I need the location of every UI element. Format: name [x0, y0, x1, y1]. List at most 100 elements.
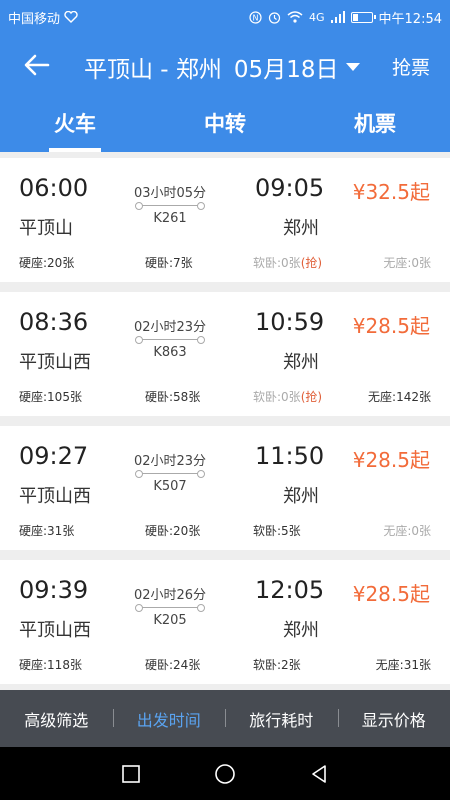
arrival-station: 郑州 — [283, 486, 319, 507]
filter-bar: 高级筛选 出发时间 旅行耗时 显示价格 — [0, 690, 450, 747]
train-card[interactable]: 06:00 平顶山 03小时05分 K261 09:05 郑州 ¥32.5起 硬… — [0, 158, 450, 282]
nfc-icon: N — [249, 10, 262, 24]
price: ¥32.5起 — [352, 180, 430, 204]
price: ¥28.5起 — [352, 314, 430, 338]
departure-time: 09:27 — [19, 442, 89, 470]
back-arrow-icon[interactable] — [20, 48, 54, 82]
trip-duration: 02小时23分 — [133, 320, 207, 335]
seat-hard-sleeper: 硬卧:24张 — [145, 656, 200, 673]
seat-soft-sleeper[interactable]: 软卧:0张(抢) — [253, 254, 322, 271]
seat-standing: 无座:0张 — [383, 254, 431, 271]
departure-time: 08:36 — [19, 308, 89, 336]
battery-icon — [350, 11, 376, 23]
arrival-time: 09:05 — [255, 174, 325, 202]
train-number: K205 — [153, 613, 187, 628]
price: ¥28.5起 — [352, 582, 430, 606]
app-header: 平顶山 - 郑州 05月18日 抢票 火车 中转 机票 — [0, 34, 450, 152]
seat-hard-sleeper: 硬卧:7张 — [145, 254, 193, 271]
grab-link[interactable]: (抢) — [301, 390, 322, 404]
arrival-station: 郑州 — [283, 218, 319, 239]
seat-availability: 硬座:31张 硬卧:20张 软卧:5张 无座:0张 — [0, 522, 450, 542]
train-list: 06:00 平顶山 03小时05分 K261 09:05 郑州 ¥32.5起 硬… — [0, 158, 450, 694]
arrival-time: 10:59 — [255, 308, 325, 336]
sort-travel-duration[interactable]: 旅行耗时 — [225, 707, 338, 731]
caret-down-icon — [346, 63, 361, 71]
wifi-icon — [287, 11, 303, 23]
route-date-selector[interactable]: 平顶山 - 郑州 05月18日 — [84, 50, 361, 84]
seat-hard-sleeper: 硬卧:20张 — [145, 522, 200, 539]
clock: 中午12:54 — [378, 11, 442, 27]
seat-label: 软卧:0张 — [253, 256, 301, 270]
seat-label: 硬座:31张 — [19, 524, 75, 538]
svg-text:N: N — [253, 13, 259, 22]
train-number: K507 — [153, 479, 187, 494]
date-label: 05月18日 — [233, 57, 339, 83]
seat-soft-sleeper[interactable]: 软卧:0张(抢) — [253, 388, 322, 405]
seat-label: 硬座:118张 — [19, 658, 82, 672]
route-label: 平顶山 - 郑州 — [84, 57, 222, 83]
seat-standing: 无座:142张 — [368, 388, 431, 405]
status-right: N 4G 中午12:54 — [249, 8, 442, 27]
seat-label: 软卧:0张 — [253, 390, 301, 404]
seat-standing: 无座:31张 — [376, 656, 431, 673]
departure-station: 平顶山西 — [19, 620, 91, 641]
grab-link[interactable]: (抢) — [301, 256, 322, 270]
grab-ticket-button[interactable]: 抢票 — [392, 53, 430, 80]
train-number: K863 — [153, 345, 187, 360]
seat-hard-seat: 硬座:20张 — [19, 254, 74, 271]
circle-home-icon[interactable] — [214, 763, 236, 785]
trip-duration: 02小时26分 — [133, 588, 207, 603]
seat-label: 硬座:105张 — [19, 390, 82, 404]
seat-hard-seat: 硬座:31张 — [19, 522, 74, 539]
seat-label: 软卧:5张 — [253, 524, 301, 538]
heart-icon — [64, 11, 78, 23]
seat-label: 无座:0张 — [383, 524, 431, 538]
arrival-station: 郑州 — [283, 620, 319, 641]
route-line-icon — [135, 469, 205, 479]
seat-label: 硬座:20张 — [19, 256, 75, 270]
battery-level — [352, 13, 358, 21]
network-type: 4G — [309, 10, 325, 24]
transport-tabs: 火车 中转 机票 — [0, 102, 450, 152]
tab-flight[interactable]: 机票 — [300, 102, 450, 152]
seat-label: 硬卧:24张 — [145, 658, 201, 672]
arrival-time: 11:50 — [255, 442, 325, 470]
tab-transfer[interactable]: 中转 — [150, 102, 300, 152]
departure-time: 06:00 — [19, 174, 89, 202]
seat-availability: 硬座:105张 硬卧:58张 软卧:0张(抢) 无座:142张 — [0, 388, 450, 408]
seat-label: 硬卧:20张 — [145, 524, 201, 538]
tab-train[interactable]: 火车 — [0, 102, 150, 152]
departure-station: 平顶山西 — [19, 352, 91, 373]
seat-label: 硬卧:7张 — [145, 256, 193, 270]
seat-label: 硬卧:58张 — [145, 390, 201, 404]
arrival-time: 12:05 — [255, 576, 325, 604]
route-line-icon — [135, 603, 205, 613]
route-line-icon — [135, 201, 205, 211]
filter-advanced[interactable]: 高级筛选 — [0, 707, 113, 731]
alarm-icon — [268, 11, 281, 24]
sort-departure-time[interactable]: 出发时间 — [112, 707, 226, 731]
seat-label: 无座:31张 — [375, 658, 431, 672]
trip-duration: 03小时05分 — [133, 186, 207, 201]
seat-availability: 硬座:118张 硬卧:24张 软卧:2张 无座:31张 — [0, 656, 450, 676]
system-nav-bar — [0, 747, 450, 800]
train-number: K261 — [153, 211, 187, 226]
carrier-name: 中国移动 — [8, 11, 61, 27]
train-card[interactable]: 08:36 平顶山西 02小时23分 K863 10:59 郑州 ¥28.5起 … — [0, 292, 450, 416]
square-recents-icon[interactable] — [120, 763, 142, 785]
triangle-back-icon[interactable] — [308, 763, 330, 785]
price: ¥28.5起 — [352, 448, 430, 472]
seat-hard-seat: 硬座:118张 — [19, 656, 82, 673]
seat-label: 无座:142张 — [368, 390, 431, 404]
seat-hard-sleeper: 硬卧:58张 — [145, 388, 200, 405]
signal-icon — [330, 11, 345, 23]
train-card[interactable]: 09:39 平顶山西 02小时26分 K205 12:05 郑州 ¥28.5起 … — [0, 560, 450, 684]
route-line-icon — [135, 335, 205, 345]
toggle-show-price[interactable]: 显示价格 — [337, 707, 450, 731]
nav-row: 平顶山 - 郑州 05月18日 抢票 — [0, 34, 450, 94]
departure-station: 平顶山 — [19, 218, 73, 239]
status-left: 中国移动 — [8, 8, 78, 27]
train-card[interactable]: 09:27 平顶山西 02小时23分 K507 11:50 郑州 ¥28.5起 … — [0, 426, 450, 550]
seat-soft-sleeper: 软卧:5张 — [253, 522, 301, 539]
status-bar: 中国移动 N 4G 中午12:54 — [0, 0, 450, 34]
